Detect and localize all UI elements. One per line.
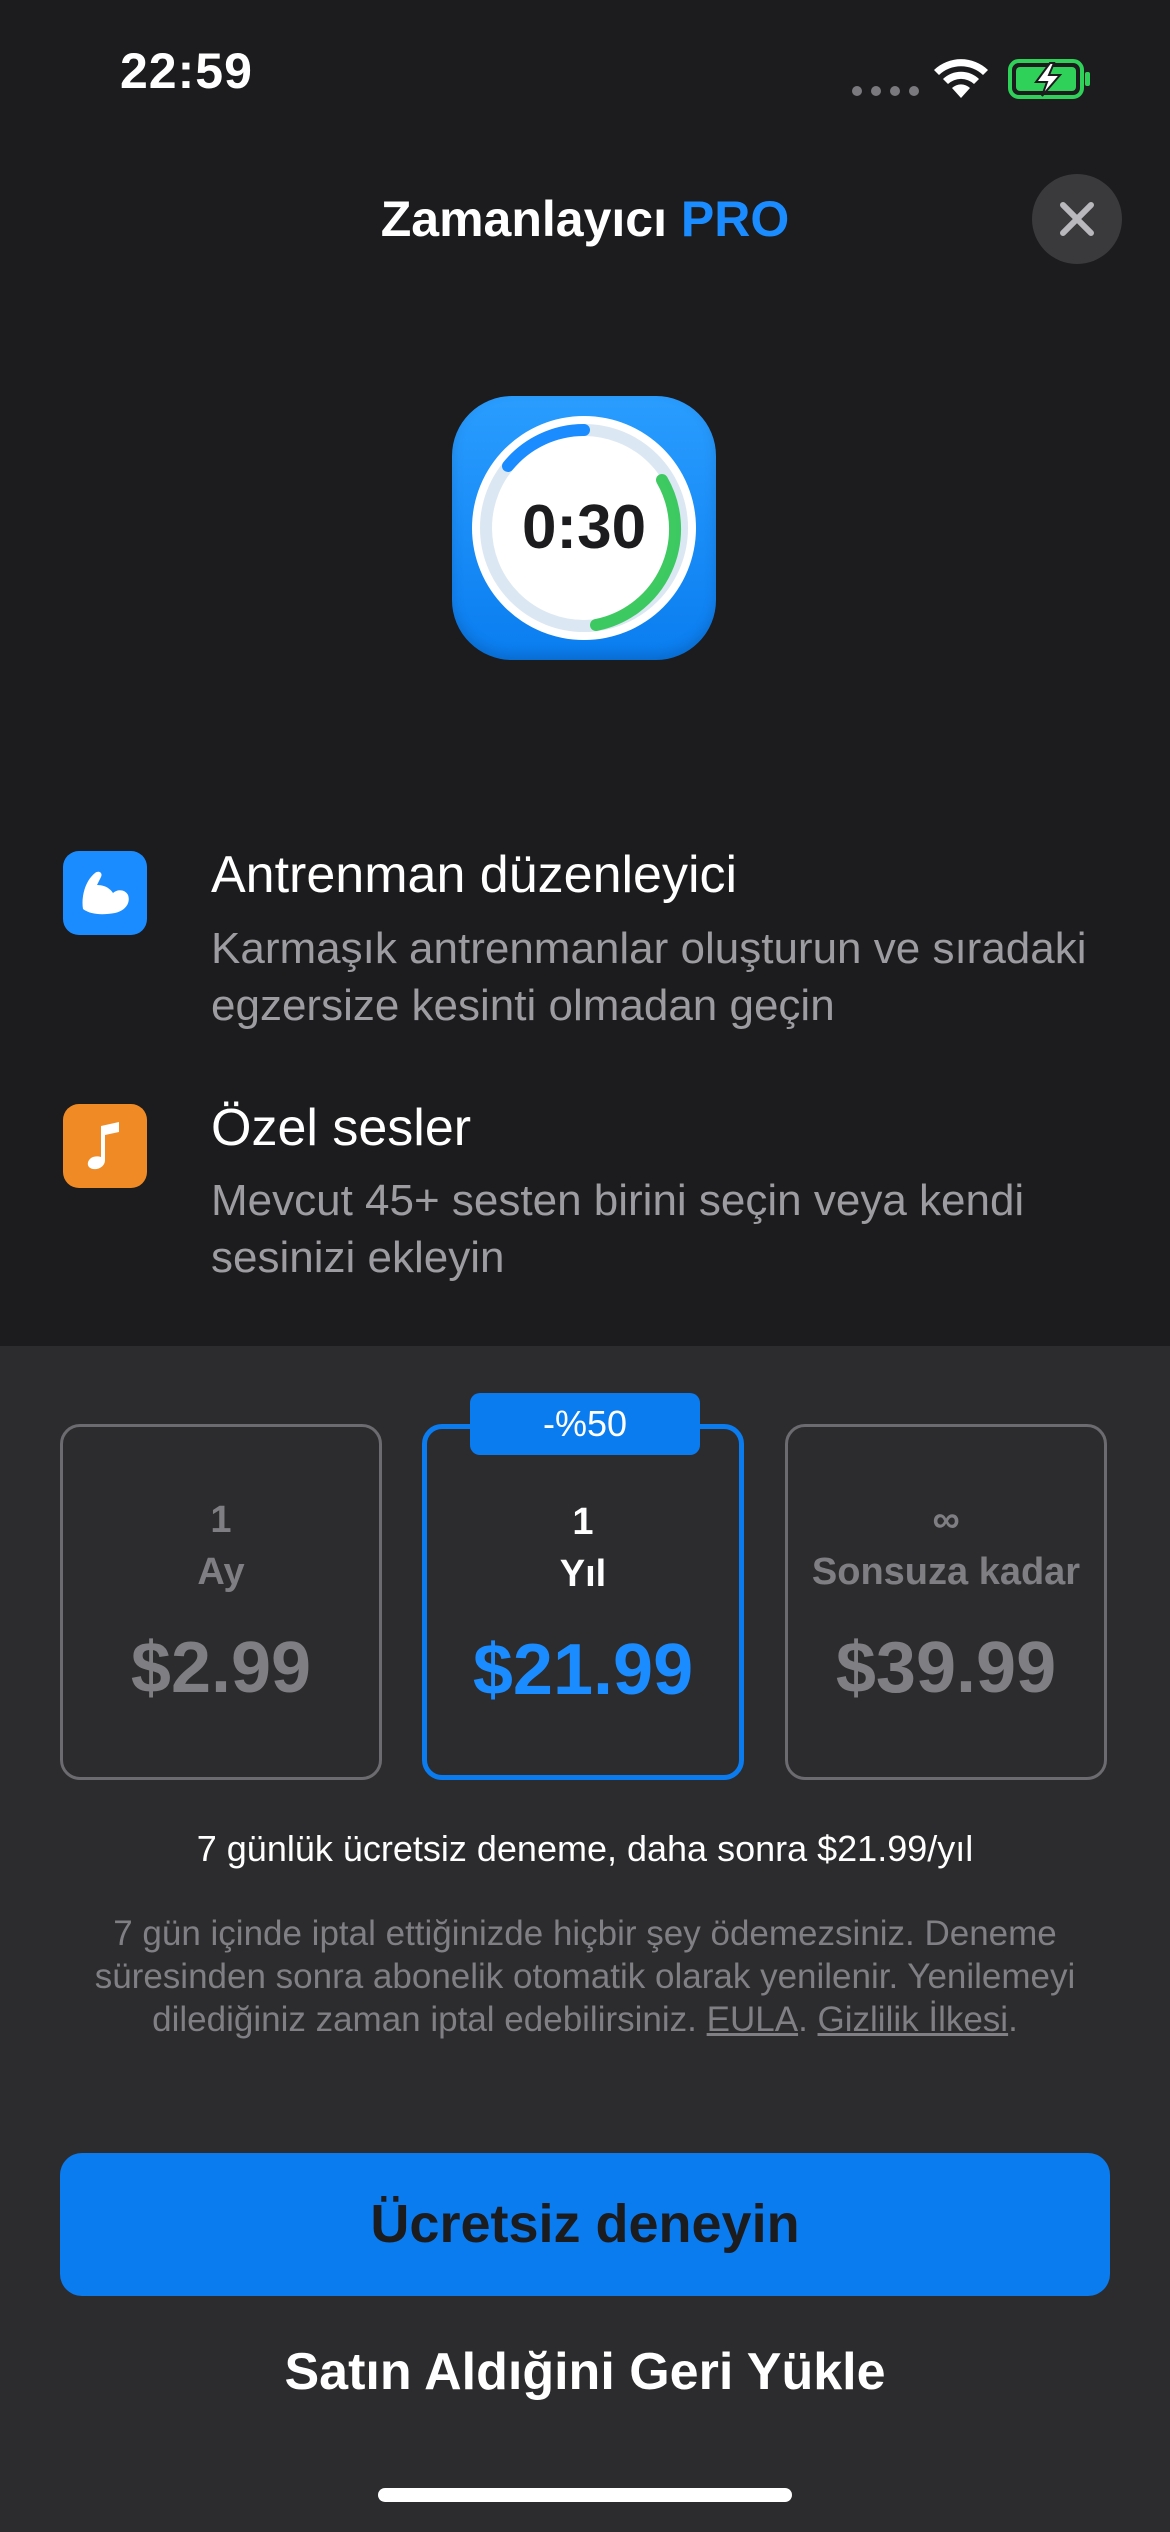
feature-description: Mevcut 45+ sesten birini seçin veya kend… <box>211 1176 1025 1282</box>
legal-end: . <box>1008 2000 1018 2039</box>
plan-duration-count: 1 <box>210 1499 232 1541</box>
plan-duration-unit: Sonsuza kadar <box>811 1551 1081 1593</box>
plan-price: $21.99 <box>472 1630 694 1710</box>
plan-duration-count: ∞ <box>932 1499 960 1541</box>
feature-icon-sounds <box>63 1104 147 1188</box>
discount-badge: -%50 <box>470 1393 700 1455</box>
legal-separator: . <box>798 2000 818 2039</box>
feature-title: Antrenman düzenleyici <box>211 846 738 904</box>
restore-purchases-button[interactable]: Satın Aldığini Geri Yükle <box>0 2342 1170 2402</box>
eula-link[interactable]: EULA <box>707 2000 798 2039</box>
flexed-biceps-icon <box>82 871 129 915</box>
plan-duration-unit: Ay <box>197 1551 245 1593</box>
plan-option-lifetime[interactable]: ∞ Sonsuza kadar $39.99 <box>785 1424 1107 1780</box>
home-indicator[interactable] <box>378 2488 792 2502</box>
status-time: 22:59 <box>120 43 253 99</box>
legal-text: 7 gün içinde iptal ettiğinizde hiçbir şe… <box>60 1912 1110 2041</box>
feature-description: Karmaşık antrenmanlar oluşturun ve sırad… <box>211 924 1087 1030</box>
feature-icon-workout <box>63 851 147 935</box>
plan-duration-unit: Yıl <box>559 1553 607 1595</box>
plan-duration-count: 1 <box>572 1501 594 1543</box>
plan-option-monthly[interactable]: 1 Ay $2.99 <box>60 1424 382 1780</box>
close-icon <box>1060 202 1094 236</box>
plan-price: $2.99 <box>130 1628 312 1708</box>
close-button[interactable] <box>1032 174 1122 264</box>
app-logo: 0:30 <box>452 396 716 660</box>
plan-option-yearly[interactable]: 1 Yıl $21.99 <box>422 1424 744 1780</box>
start-free-trial-button[interactable]: Ücretsiz deneyin <box>60 2153 1110 2296</box>
timer-dial-icon: 0:30 <box>472 416 696 640</box>
title-text: Zamanlayıcı <box>380 191 667 247</box>
wifi-icon <box>934 59 988 98</box>
timer-text: 0:30 <box>522 493 646 562</box>
page-title: Zamanlayıcı PRO <box>0 190 1170 248</box>
battery-charging-icon <box>1008 59 1090 99</box>
paywall-screen: 22:59 Zamanlayıcı PRO 0:30 Antrenman düz… <box>0 0 1170 2532</box>
music-note-icon <box>87 1122 119 1170</box>
plan-price: $39.99 <box>835 1628 1057 1708</box>
feature-title: Özel sesler <box>211 1099 472 1157</box>
cellular-signal-icon <box>852 86 919 96</box>
privacy-policy-link[interactable]: Gizlilik İlkesi <box>818 2000 1009 2039</box>
trial-info-text: 7 günlük ücretsiz deneme, daha sonra $21… <box>196 1828 974 1869</box>
title-pro-accent: PRO <box>680 191 790 247</box>
